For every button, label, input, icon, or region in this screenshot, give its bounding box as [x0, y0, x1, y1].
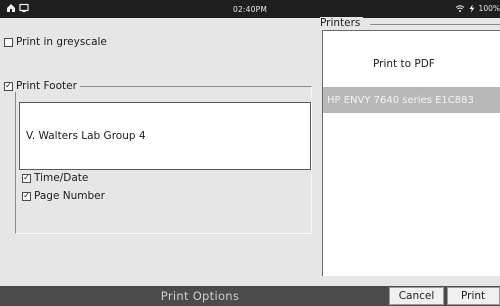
printer-item-label: HP ENVY 7640 series E1C883	[327, 94, 474, 106]
printer-item-label: Print to PDF	[373, 58, 435, 70]
printers-list[interactable]: Print to PDF HP ENVY 7640 series E1C883	[322, 30, 500, 276]
status-bar: 02:40PM 100%	[0, 0, 500, 18]
printer-item-pdf[interactable]: Print to PDF	[323, 53, 500, 75]
dialog-title: Print Options	[160, 289, 240, 303]
printers-group-rule	[370, 24, 500, 25]
printer-item-hp-envy[interactable]: HP ENVY 7640 series E1C883	[323, 87, 500, 113]
bottom-bar: Print Options Cancel Print	[0, 286, 500, 306]
page-number-label: Page Number	[34, 190, 105, 202]
time-date-option[interactable]: ✓ Time/Date	[22, 172, 88, 184]
battery-charging-icon	[469, 4, 475, 13]
cancel-button[interactable]: Cancel	[389, 287, 444, 305]
time-date-label: Time/Date	[34, 172, 89, 184]
print-footer-checkbox[interactable]: ✓	[4, 81, 13, 91]
footer-text-value: V. Walters Lab Group 4	[26, 130, 146, 142]
print-footer-option[interactable]: ✓ Print Footer	[4, 80, 80, 92]
greyscale-option[interactable]: Print in greyscale	[4, 36, 107, 48]
footer-text-field[interactable]: V. Walters Lab Group 4	[19, 102, 311, 170]
print-footer-label: Print Footer	[16, 80, 77, 92]
print-button[interactable]: Print	[447, 287, 500, 305]
status-time: 02:40PM	[232, 5, 267, 14]
wifi-icon	[455, 5, 464, 12]
time-date-checkbox[interactable]: ✓	[22, 173, 31, 183]
page-number-option[interactable]: ✓ Page Number	[22, 190, 105, 202]
page-number-checkbox[interactable]: ✓	[22, 191, 31, 201]
battery-percent: 100%	[478, 4, 500, 13]
status-right: 100%	[455, 4, 500, 13]
greyscale-checkbox[interactable]	[4, 37, 13, 47]
greyscale-label: Print in greyscale	[16, 36, 107, 48]
printers-legend: Printers	[320, 17, 364, 29]
